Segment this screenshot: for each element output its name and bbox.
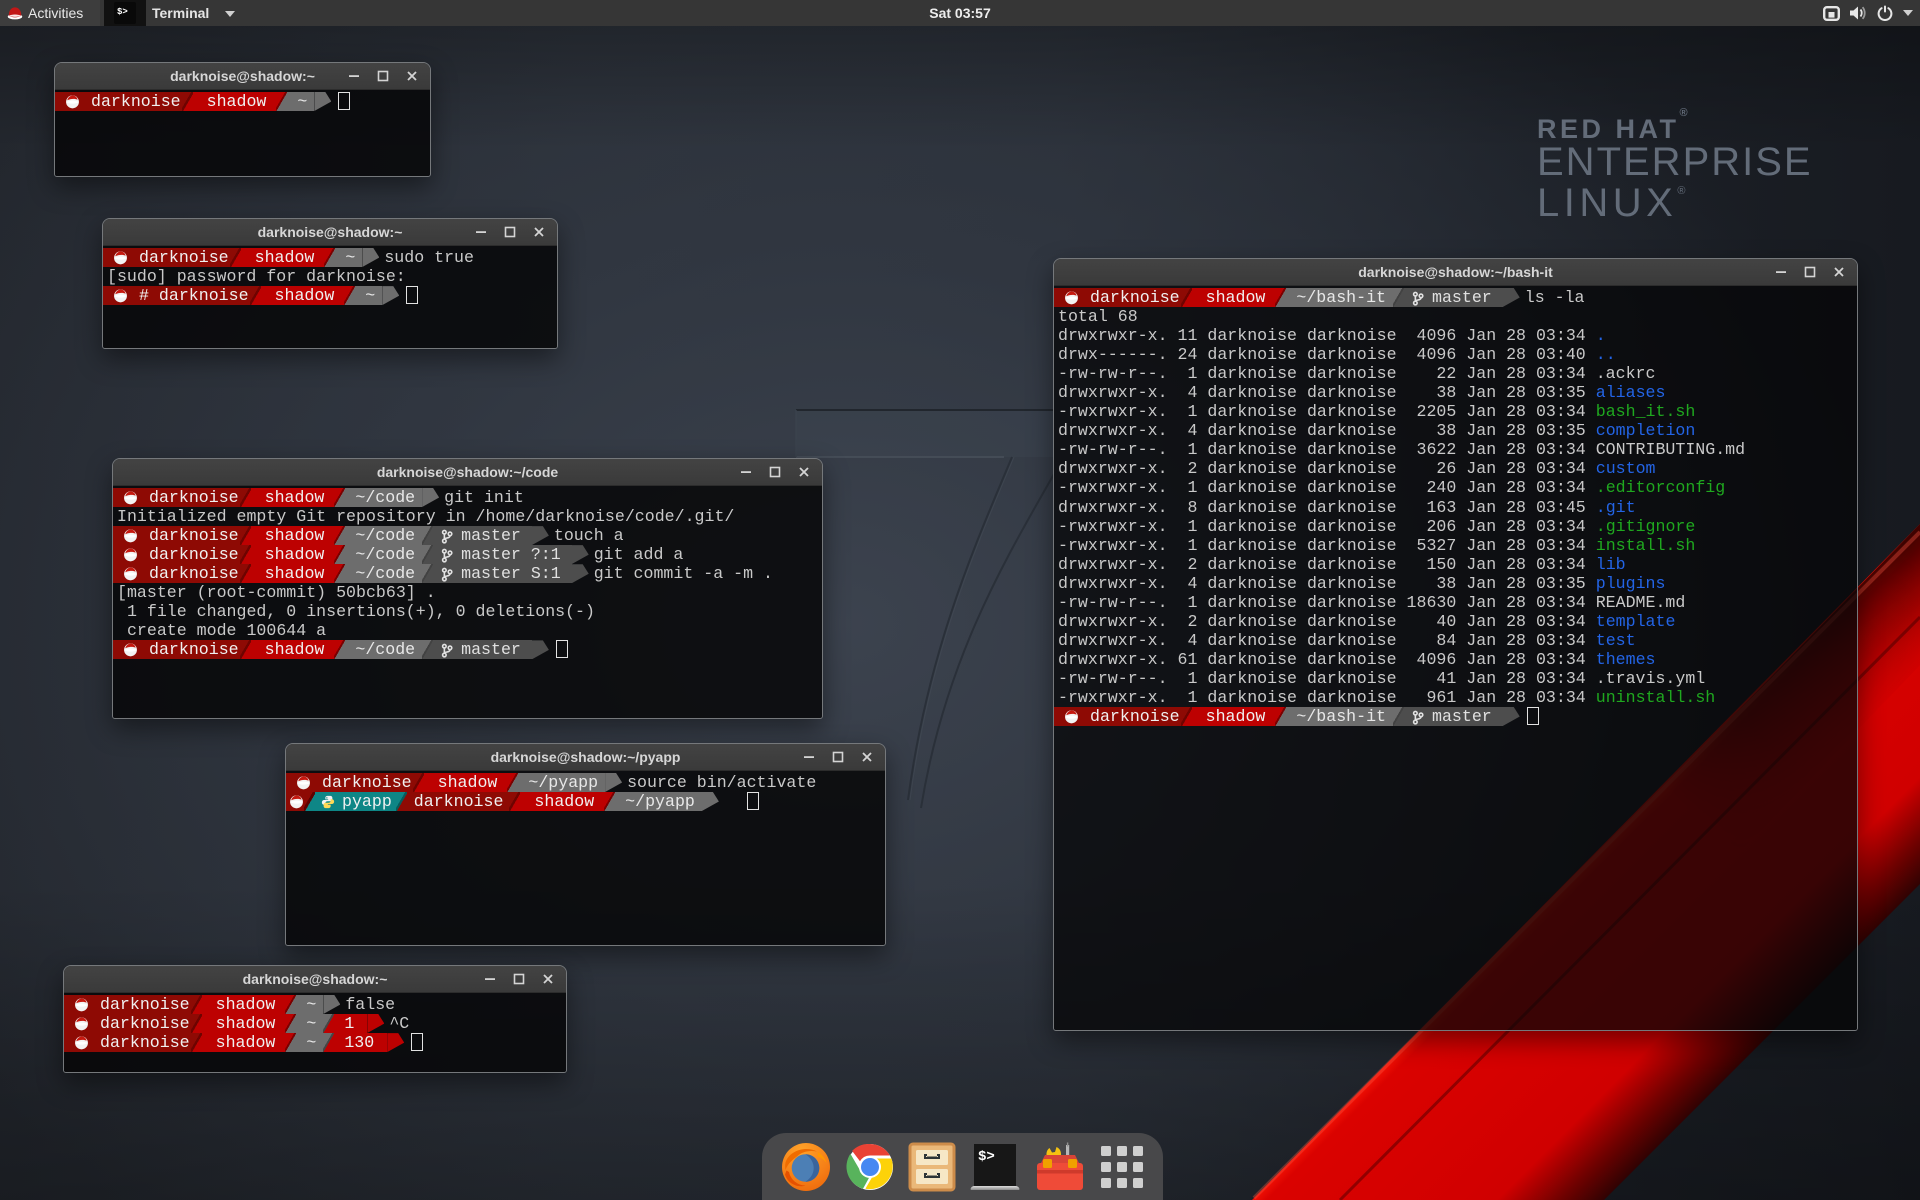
svg-text:$>: $> — [978, 1149, 995, 1165]
